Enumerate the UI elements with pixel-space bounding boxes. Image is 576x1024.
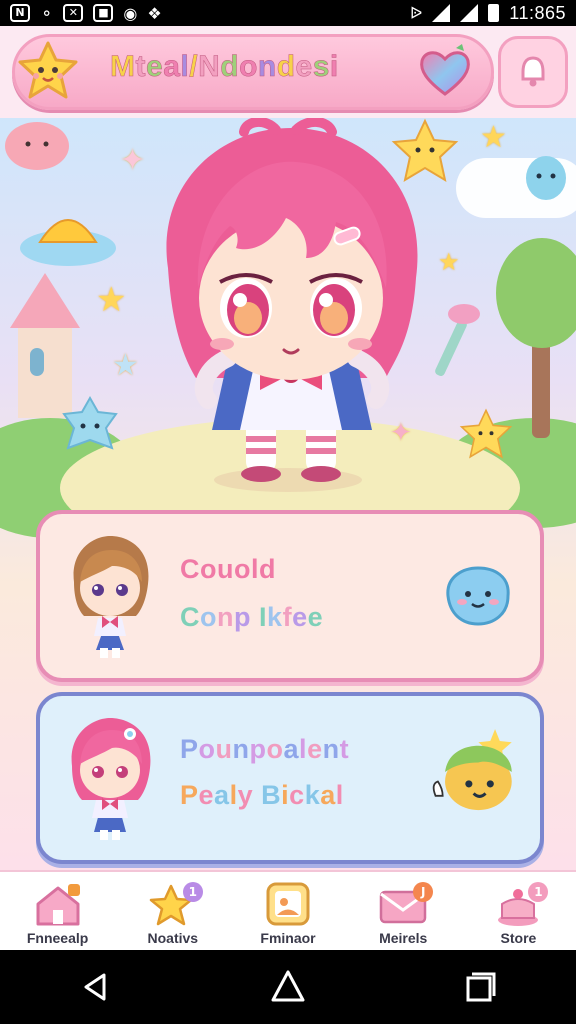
- notification-badge: J: [413, 882, 434, 902]
- status-icons-right: ᐉ 11:865: [410, 3, 566, 24]
- camera-icon: ◉: [123, 3, 138, 23]
- notification-icon: N: [10, 4, 30, 22]
- cell-signal-icon: [460, 4, 479, 22]
- brown-hair-avatar: [73, 536, 149, 658]
- status-bar: N ⚬ ✕ ■ ◉ ❖ ᐉ 11:865: [0, 0, 576, 26]
- card-2-subtitle: Pealy Bickal: [180, 780, 344, 810]
- blue-creature-illustration: [526, 156, 566, 200]
- card-2-title: Pounpoalent: [180, 734, 350, 764]
- pink-creature-illustration: [5, 122, 69, 170]
- blue-blob-mascot: [446, 566, 510, 626]
- app-header: Mteal/Ndondesi: [0, 26, 576, 118]
- notifications-button[interactable]: [498, 36, 568, 108]
- character-card-2[interactable]: Pounpoalent Pealy Bickal: [36, 692, 544, 864]
- star-mascot-icon[interactable]: [16, 40, 80, 102]
- main-character[interactable]: [136, 118, 446, 498]
- notification-badge: 1: [182, 882, 203, 902]
- blue-creature-illustration: [62, 395, 118, 450]
- card-1-title: Couold: [180, 554, 276, 584]
- clock: 11:865: [509, 2, 566, 23]
- mail-icon: J: [377, 882, 434, 928]
- green-blob-mascot: [432, 729, 512, 811]
- cake-icon: 1: [492, 882, 549, 928]
- game-scene: ✦ ★ ★ ★ ★ ✦ Couold Conp Ikfee Pounpoalen…: [0, 118, 576, 870]
- home-icon: [32, 882, 84, 928]
- system-navigation-bar: [0, 950, 576, 1024]
- nav-item-messages[interactable]: J Meirels: [346, 872, 461, 950]
- nav-label: Fnneealp: [26, 930, 89, 946]
- star-creature-illustration: [459, 408, 513, 459]
- battery-icon: [488, 4, 500, 22]
- app-title: Mteal/Ndondesi: [110, 50, 339, 84]
- pink-hair-avatar: [71, 718, 151, 840]
- nav-label: Store: [500, 930, 537, 946]
- star-decoration: ★: [112, 348, 139, 383]
- nav-item-gallery[interactable]: Fminaor: [230, 872, 345, 950]
- home-button-icon[interactable]: [269, 968, 307, 1006]
- bluetooth-icon: ᐉ: [409, 3, 423, 23]
- bell-icon: [521, 56, 545, 87]
- nav-item-home[interactable]: Fnneealp: [0, 872, 115, 950]
- nav-item-store[interactable]: 1 Store: [461, 872, 576, 950]
- heart-icon[interactable]: [416, 42, 474, 100]
- card-1-subtitle: Conp Ikfee: [180, 602, 324, 632]
- nav-item-favorites[interactable]: 1 Noativs: [115, 872, 230, 950]
- photo-icon: ■: [93, 4, 114, 22]
- nav-label: Meirels: [379, 930, 428, 946]
- info-icon: ❖: [147, 3, 162, 23]
- ufo-illustration: [20, 219, 116, 266]
- recent-apps-icon[interactable]: [462, 969, 498, 1005]
- headset-icon: ⚬: [40, 3, 54, 23]
- star-decoration: ★: [96, 280, 127, 320]
- nav-label: Noativs: [147, 930, 199, 946]
- nav-label: Fminaor: [260, 930, 316, 946]
- tree-canopy: [496, 238, 576, 348]
- star-icon: 1: [147, 882, 203, 928]
- status-icons-left: N ⚬ ✕ ■ ◉ ❖: [10, 4, 162, 23]
- photo-frame-icon: [262, 882, 314, 928]
- notification-badge: 1: [528, 882, 549, 902]
- bottom-navigation: Fnneealp 1 Noativs Fminaor J Meirels 1 S…: [0, 870, 576, 950]
- character-card-1[interactable]: Couold Conp Ikfee: [36, 510, 544, 682]
- back-icon[interactable]: [78, 969, 114, 1005]
- wifi-signal-icon: [432, 4, 451, 22]
- crossed-icon: ✕: [63, 4, 84, 22]
- star-decoration: ★: [480, 120, 507, 155]
